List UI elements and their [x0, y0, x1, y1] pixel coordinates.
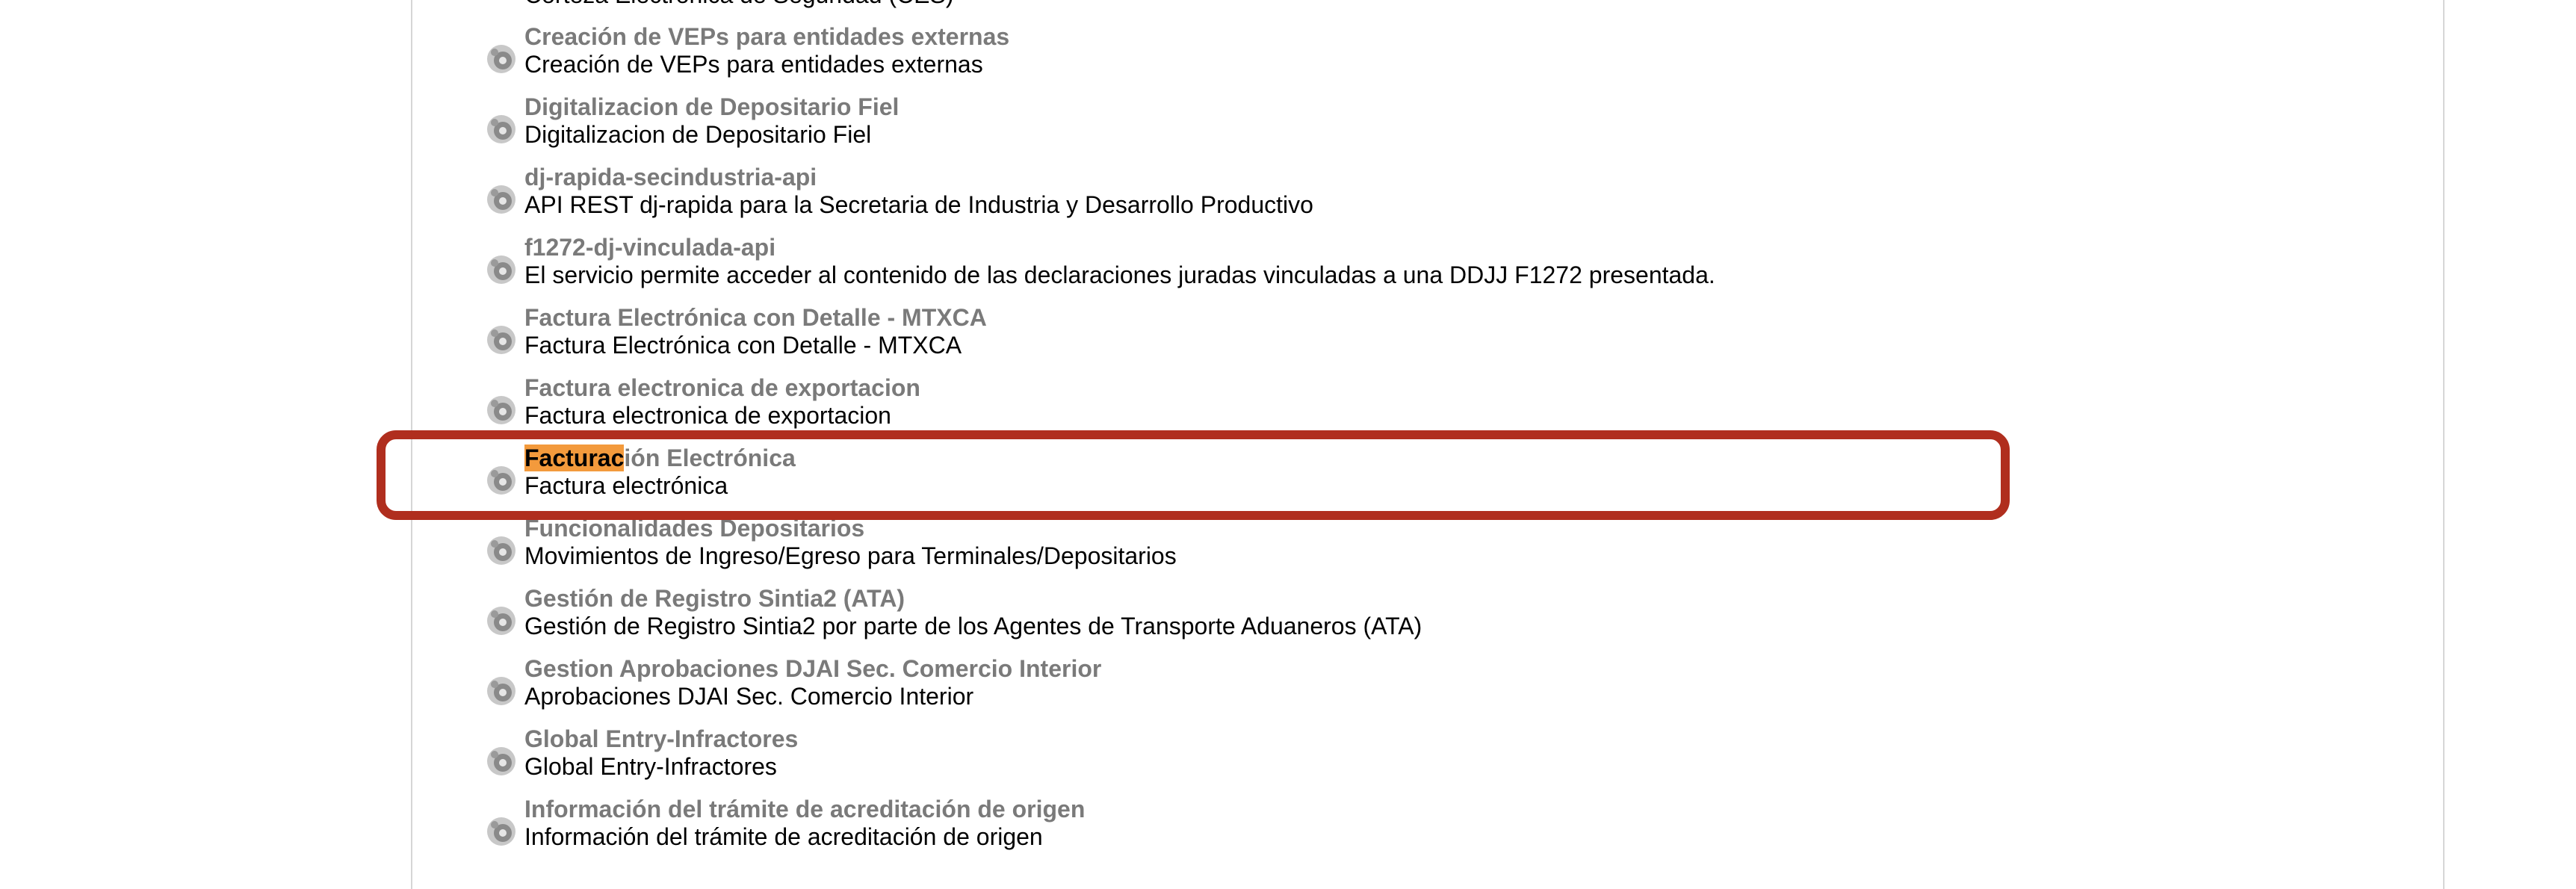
service-item-funcionalidades-depositarios[interactable]: Funcionalidades Depositarios Movimientos… [478, 514, 2406, 581]
service-description: Aprobaciones DJAI Sec. Comercio Interior [524, 683, 974, 710]
service-name[interactable]: Factura Electrónica con Detalle - MTXCA [524, 303, 987, 332]
service-name[interactable]: Creación de VEPs para entidades externas [524, 22, 1009, 51]
service-item-sintia2[interactable]: Gestión de Registro Sintia2 (ATA) Gestió… [478, 584, 2406, 651]
service-item-mtxca[interactable]: Factura Electrónica con Detalle - MTXCA … [478, 303, 2406, 371]
gear-service-icon [487, 115, 515, 143]
service-description: Factura Electrónica con Detalle - MTXCA [524, 332, 962, 359]
service-description: Global Entry-Infractores [524, 753, 777, 780]
gear-service-icon [487, 396, 515, 424]
service-description: Movimientos de Ingreso/Egreso para Termi… [524, 542, 1177, 569]
service-name[interactable]: Funcionalidades Depositarios [524, 514, 864, 542]
gear-service-icon [487, 747, 515, 775]
service-list: Creación de VEPs para entidades externas… [0, 0, 2576, 871]
service-item-dj-rapida[interactable]: dj-rapida-secindustria-api API REST dj-r… [478, 163, 2406, 230]
service-item-depositario-fiel[interactable]: Digitalizacion de Depositario Fiel Digit… [478, 93, 2406, 160]
service-name[interactable]: Gestion Aprobaciones DJAI Sec. Comercio … [524, 654, 1101, 683]
service-item-exportacion[interactable]: Factura electronica de exportacion Factu… [478, 374, 2406, 441]
service-name[interactable]: dj-rapida-secindustria-api [524, 163, 817, 191]
service-description: Factura electrónica [524, 472, 728, 499]
gear-service-icon [487, 817, 515, 846]
service-name[interactable]: Digitalizacion de Depositario Fiel [524, 93, 899, 121]
service-item-veps-externas[interactable]: Creación de VEPs para entidades externas… [478, 22, 2406, 90]
service-description: Digitalizacion de Depositario Fiel [524, 121, 872, 148]
service-item-acreditacion-origen[interactable]: Información del trámite de acreditación … [478, 795, 2406, 862]
service-name[interactable]: f1272-dj-vinculada-api [524, 233, 775, 261]
service-item-global-entry[interactable]: Global Entry-Infractores Global Entry-In… [478, 725, 2406, 792]
service-name[interactable]: Gestión de Registro Sintia2 (ATA) [524, 584, 905, 613]
service-description: API REST dj-rapida para la Secretaria de… [524, 191, 1313, 218]
service-name[interactable]: Global Entry-Infractores [524, 725, 798, 753]
service-description: Gestión de Registro Sintia2 por parte de… [524, 613, 1422, 639]
gear-service-icon [487, 255, 515, 284]
service-item-facturacion-electronica[interactable]: Facturación Electrónica Factura electrón… [478, 444, 2406, 511]
service-description: Creación de VEPs para entidades externas [524, 51, 983, 78]
gear-service-icon [487, 326, 515, 354]
service-name[interactable]: Factura electronica de exportacion [524, 374, 920, 402]
service-name[interactable]: Facturación Electrónica [524, 444, 796, 472]
service-item-f1272[interactable]: f1272-dj-vinculada-api El servicio permi… [478, 233, 2406, 300]
service-name[interactable]: Información del trámite de acreditación … [524, 795, 1085, 823]
gear-service-icon [487, 677, 515, 705]
search-match-highlight: Facturac [524, 444, 625, 471]
gear-service-icon [487, 607, 515, 635]
service-description: El servicio permite acceder al contenido… [524, 261, 1715, 288]
gear-service-icon [487, 466, 515, 495]
service-description: Información del trámite de acreditación … [524, 823, 1043, 850]
gear-service-icon [487, 185, 515, 214]
service-name-rest: ión Electrónica [624, 444, 796, 471]
gear-service-icon [487, 536, 515, 565]
gear-service-icon [487, 45, 515, 73]
service-description: Factura electronica de exportacion [524, 402, 891, 429]
service-item-djai[interactable]: Gestion Aprobaciones DJAI Sec. Comercio … [478, 654, 2406, 722]
